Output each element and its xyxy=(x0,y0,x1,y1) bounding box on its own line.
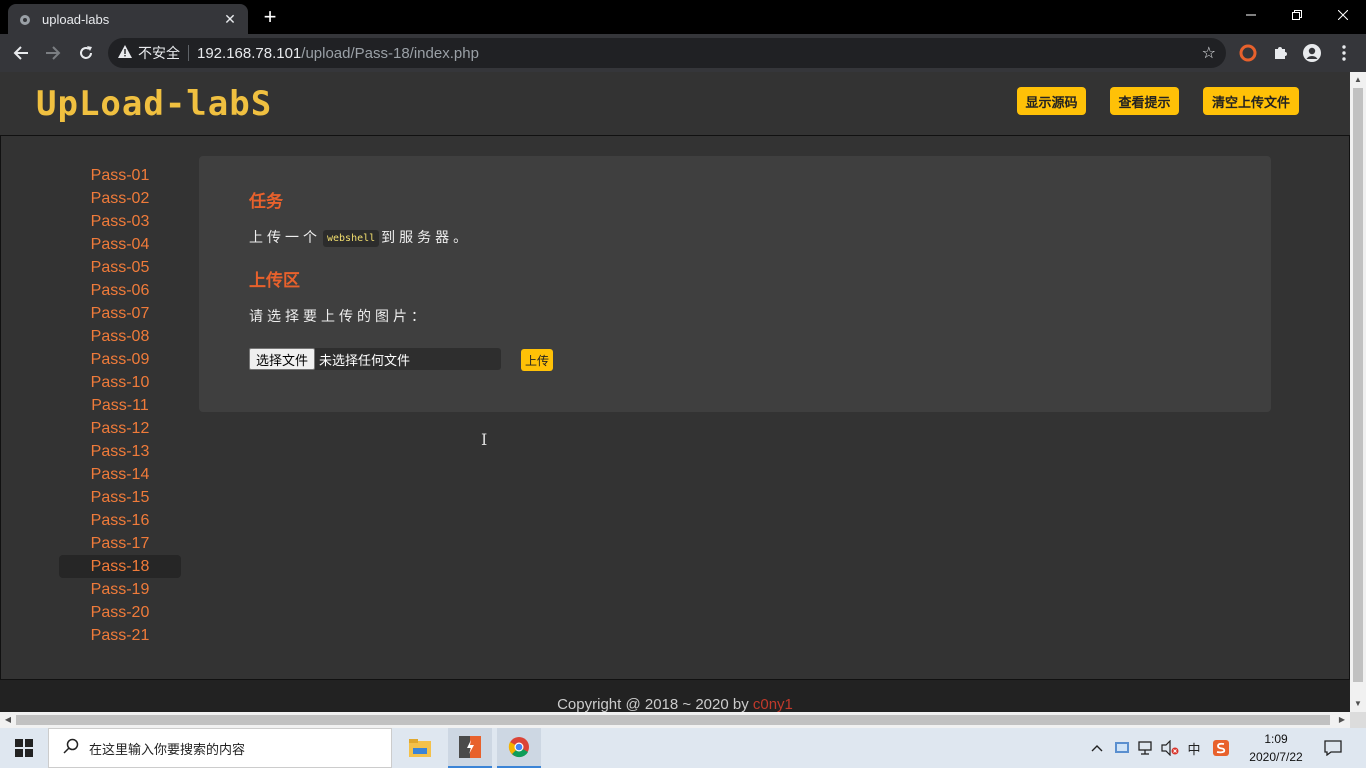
profile-icon[interactable] xyxy=(1301,42,1323,64)
star-icon[interactable]: ☆ xyxy=(1202,43,1216,63)
restore-icon[interactable] xyxy=(1274,0,1320,30)
windows-start-icon[interactable] xyxy=(0,728,48,768)
tab-strip: upload-labs ✕ + xyxy=(0,0,1366,34)
burp-suite-icon[interactable] xyxy=(448,728,492,768)
sidebar-item-pass-04[interactable]: Pass-04 xyxy=(59,233,181,256)
tab-favicon-icon xyxy=(18,12,32,26)
ime-indicator[interactable]: 中 xyxy=(1184,728,1204,768)
warning-icon[interactable] xyxy=(118,45,132,61)
reload-icon[interactable] xyxy=(73,40,99,66)
vertical-scroll-thumb[interactable] xyxy=(1353,88,1363,682)
upload-heading: 上传区 xyxy=(249,271,300,290)
volume-muted-icon[interactable] xyxy=(1160,728,1180,768)
sidebar-item-pass-02[interactable]: Pass-02 xyxy=(59,187,181,210)
site-logo[interactable]: UpLoad-labS xyxy=(36,82,272,126)
sidebar-item-pass-14[interactable]: Pass-14 xyxy=(59,463,181,486)
task-heading: 任务 xyxy=(249,192,283,211)
sidebar-item-pass-06[interactable]: Pass-06 xyxy=(59,279,181,302)
menu-icon[interactable] xyxy=(1333,42,1355,64)
security-label[interactable]: 不安全 xyxy=(138,43,180,63)
clock-time: 1:09 xyxy=(1264,732,1288,746)
page-footer: Copyright @ 2018 ~ 2020 by c0ny1 xyxy=(0,680,1350,712)
sidebar-item-pass-11[interactable]: Pass-11 xyxy=(59,394,181,417)
upload-prompt: 请选择要上传的图片： xyxy=(249,308,429,324)
show-hint-button[interactable]: 查看提示 xyxy=(1110,87,1179,115)
content-frame: Pass-01 Pass-02 Pass-03 Pass-04 Pass-05 Pass-… xyxy=(0,136,1350,680)
search-placeholder: 在这里输入你要搜索的内容 xyxy=(89,741,246,757)
sidebar-item-pass-15[interactable]: Pass-15 xyxy=(59,486,181,509)
browser-tab[interactable]: upload-labs ✕ xyxy=(8,4,248,34)
sidebar-item-pass-05[interactable]: Pass-05 xyxy=(59,256,181,279)
file-input[interactable]: 选择文件 未选择任何文件 xyxy=(249,348,501,370)
back-icon[interactable] xyxy=(8,40,34,66)
tab-close-icon[interactable]: ✕ xyxy=(222,11,238,28)
window-close-icon[interactable] xyxy=(1320,0,1366,30)
url-path: /upload/Pass-18/index.php xyxy=(301,44,479,62)
file-status: 未选择任何文件 xyxy=(319,352,411,368)
network-icon[interactable] xyxy=(1136,728,1156,768)
sidebar-item-pass-03[interactable]: Pass-03 xyxy=(59,210,181,233)
windows-taskbar: 在这里输入你要搜索的内容 中 1:09 2020/7/22 xyxy=(0,728,1366,768)
clear-uploads-button[interactable]: 清空上传文件 xyxy=(1203,87,1299,115)
forward-icon[interactable] xyxy=(40,40,66,66)
tray-overflow-icon[interactable] xyxy=(1088,728,1106,768)
show-source-button[interactable]: 显示源码 xyxy=(1017,87,1086,115)
tab-title: upload-labs xyxy=(42,11,110,27)
sidebar-item-pass-12[interactable]: Pass-12 xyxy=(59,417,181,440)
sidebar-item-pass-18[interactable]: Pass-18 xyxy=(59,555,181,578)
scroll-right-icon[interactable]: ▶ xyxy=(1334,712,1350,728)
task-prefix: 上传一个 xyxy=(249,229,321,245)
webshell-code: webshell xyxy=(323,229,380,247)
scroll-down-icon[interactable]: ▼ xyxy=(1350,696,1366,712)
clock-date: 2020/7/22 xyxy=(1249,750,1303,764)
task-suffix: 到服务器。 xyxy=(381,229,472,245)
chrome-icon[interactable] xyxy=(497,728,541,768)
minimize-icon[interactable] xyxy=(1228,0,1274,30)
copyright-text: Copyright @ 2018 ~ 2020 by xyxy=(557,696,749,712)
horizontal-scroll-thumb[interactable] xyxy=(16,715,1330,725)
pass-sidebar: Pass-01 Pass-02 Pass-03 Pass-04 Pass-05 Pass-… xyxy=(59,164,181,647)
sogou-ime-icon[interactable] xyxy=(1210,728,1232,768)
sidebar-item-pass-08[interactable]: Pass-08 xyxy=(59,325,181,348)
puzzle-icon[interactable] xyxy=(1269,42,1291,64)
tray-app-icon[interactable] xyxy=(1112,728,1132,768)
sidebar-item-pass-16[interactable]: Pass-16 xyxy=(59,509,181,532)
task-description: 上传一个 webshell 到服务器。 xyxy=(249,227,471,247)
vertical-scrollbar[interactable]: ▲ ▼ xyxy=(1350,72,1366,712)
taskbar-clock[interactable]: 1:09 2020/7/22 xyxy=(1238,730,1314,766)
upload-button[interactable]: 上传 xyxy=(521,349,554,371)
choose-file-button[interactable]: 选择文件 xyxy=(249,348,316,370)
author-link[interactable]: c0ny1 xyxy=(753,696,793,712)
page-viewport: UpLoad-labS 显示源码 查看提示 清空上传文件 Pass-01 Pass… xyxy=(0,72,1350,712)
text-cursor-icon: I xyxy=(481,430,488,449)
sidebar-item-pass-20[interactable]: Pass-20 xyxy=(59,601,181,624)
sidebar-item-pass-09[interactable]: Pass-09 xyxy=(59,348,181,371)
scroll-up-icon[interactable]: ▲ xyxy=(1350,72,1366,88)
taskbar-search-box[interactable]: 在这里输入你要搜索的内容 xyxy=(48,728,392,768)
browser-toolbar: 不安全 192.168.78.101/upload/Pass-18/index.… xyxy=(0,34,1366,72)
sidebar-item-pass-17[interactable]: Pass-17 xyxy=(59,532,181,555)
sidebar-item-pass-10[interactable]: Pass-10 xyxy=(59,371,181,394)
page-header: UpLoad-labS 显示源码 查看提示 清空上传文件 xyxy=(0,72,1350,136)
new-tab-button[interactable]: + xyxy=(258,5,282,29)
address-separator xyxy=(188,45,189,61)
task-panel: 任务 上传一个 webshell 到服务器。 上传区 请选择要上传的图片： 选择文件… xyxy=(199,156,1271,412)
file-explorer-icon[interactable] xyxy=(398,728,442,768)
sidebar-item-pass-01[interactable]: Pass-01 xyxy=(59,164,181,187)
url-host: 192.168.78.101 xyxy=(197,44,302,62)
scrollbar-corner xyxy=(1350,712,1366,728)
scroll-left-icon[interactable]: ◀ xyxy=(0,712,16,728)
notification-icon[interactable] xyxy=(1318,728,1348,768)
sidebar-item-pass-21[interactable]: Pass-21 xyxy=(59,624,181,647)
extension-icon[interactable] xyxy=(1237,42,1259,64)
address-bar[interactable]: 不安全 192.168.78.101/upload/Pass-18/index.… xyxy=(108,38,1226,68)
sidebar-item-pass-07[interactable]: Pass-07 xyxy=(59,302,181,325)
horizontal-scrollbar[interactable]: ◀ ▶ xyxy=(0,712,1350,728)
sidebar-item-pass-19[interactable]: Pass-19 xyxy=(59,578,181,601)
search-icon xyxy=(63,738,79,758)
sidebar-item-pass-13[interactable]: Pass-13 xyxy=(59,440,181,463)
